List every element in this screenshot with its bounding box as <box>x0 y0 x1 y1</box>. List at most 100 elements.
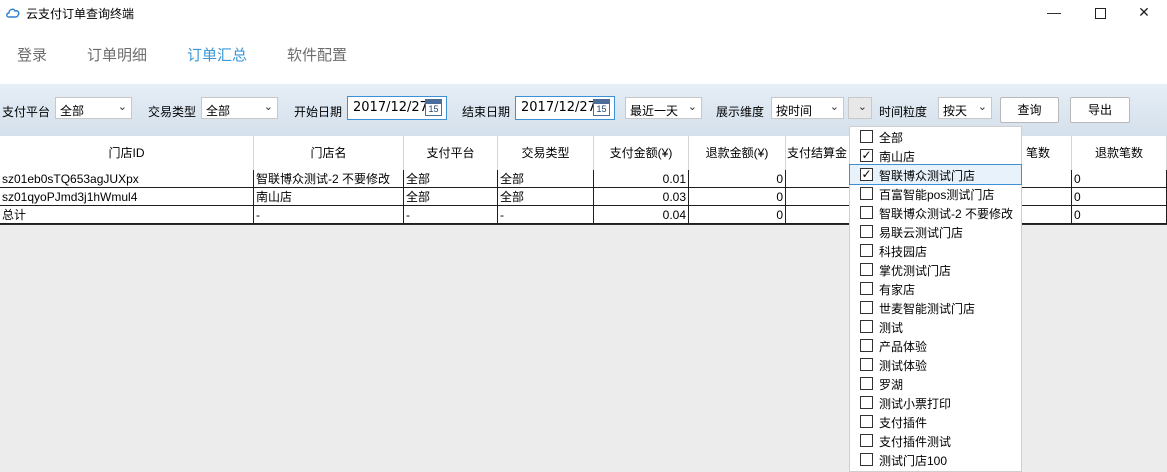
store-option[interactable]: ✓ 智联博众测试门店 <box>849 164 1022 185</box>
store-option[interactable]: 掌优测试门店 <box>850 260 1021 279</box>
store-option-label: 支付插件测试 <box>879 435 952 449</box>
column-header[interactable]: 支付平台 <box>404 136 498 170</box>
calendar-icon[interactable]: 15 <box>425 99 442 116</box>
date-range-select[interactable]: 最近一天 ⌄ <box>625 97 702 119</box>
trade-type-value: 全部 <box>206 104 231 118</box>
menu-bar: 登录 订单明细 订单汇总 软件配置 <box>0 26 1167 84</box>
query-button[interactable]: 查询 <box>1000 97 1059 123</box>
dimension-value: 按时间 <box>776 104 813 118</box>
store-option[interactable]: 易联云测试门店 <box>850 222 1021 241</box>
cell-store-name: 智联博众测试-2 不要修改 <box>254 170 404 188</box>
store-option[interactable]: 世麦智能测试门店 <box>850 298 1021 317</box>
end-date-label: 结束日期 <box>462 105 511 119</box>
store-option-label: 有家店 <box>879 283 916 297</box>
store-option[interactable]: 全部 <box>850 127 1021 146</box>
checkbox[interactable] <box>860 320 873 333</box>
checkbox[interactable] <box>860 396 873 409</box>
store-option[interactable]: 测试 <box>850 317 1021 336</box>
store-option[interactable]: 支付插件测试 <box>850 431 1021 450</box>
store-option-label: 测试体验 <box>879 359 928 373</box>
store-option-label: 测试门店100 <box>879 454 948 468</box>
store-option-label: 世麦智能测试门店 <box>879 302 976 316</box>
cell-store-id: sz01eb0sTQ653agJUXpx <box>0 170 254 188</box>
date-range-value: 最近一天 <box>630 104 679 118</box>
column-header[interactable]: 退款笔数 <box>1072 136 1167 170</box>
trade-type-select[interactable]: 全部 ⌄ <box>201 97 278 119</box>
cell-trade-type: 全部 <box>498 170 594 188</box>
menu-order-summary[interactable]: 订单汇总 <box>187 44 247 65</box>
cell-refund-count: 0 <box>1072 188 1167 206</box>
column-header[interactable]: 门店ID <box>0 136 254 170</box>
checkbox[interactable] <box>860 415 873 428</box>
store-option-label: 产品体验 <box>879 340 928 354</box>
checkbox[interactable] <box>860 339 873 352</box>
checkbox[interactable] <box>860 244 873 257</box>
cell-platform: 全部 <box>404 188 498 206</box>
store-select-toggle[interactable]: ⌄ <box>848 97 872 119</box>
checkbox[interactable] <box>860 434 873 447</box>
granularity-select[interactable]: 按天 ⌄ <box>938 97 992 119</box>
store-option[interactable]: 有家店 <box>850 279 1021 298</box>
close-button[interactable]: ✕ <box>1121 0 1167 26</box>
granularity-value: 按天 <box>943 104 968 118</box>
start-date-picker[interactable]: 2017/12/27 15 <box>347 96 447 120</box>
cell-pay-amount: 0.03 <box>594 188 689 206</box>
checkbox[interactable] <box>860 206 873 219</box>
cloud-icon <box>6 8 20 18</box>
checkbox[interactable] <box>860 282 873 295</box>
store-option[interactable]: 测试小票打印 <box>850 393 1021 412</box>
window-title: 云支付订单查询终端 <box>26 7 135 21</box>
pay-platform-value: 全部 <box>60 104 85 118</box>
dimension-label: 展示维度 <box>716 105 765 119</box>
cell-refund-amount: 0 <box>689 188 786 206</box>
cell-refund-count: 0 <box>1072 206 1167 224</box>
cell-store-name: - <box>254 206 404 224</box>
end-date-picker[interactable]: 2017/12/27 15 <box>515 96 615 120</box>
column-header[interactable]: 交易类型 <box>498 136 594 170</box>
store-option-label: 掌优测试门店 <box>879 264 952 278</box>
checkbox[interactable] <box>860 301 873 314</box>
checkbox[interactable]: ✓ <box>860 168 873 181</box>
cell-trade-type: - <box>498 206 594 224</box>
maximize-icon <box>1094 8 1106 19</box>
column-header[interactable]: 门店名 <box>254 136 404 170</box>
store-option[interactable]: ✓ 南山店 <box>850 146 1021 165</box>
column-header[interactable]: 退款金额(¥) <box>689 136 786 170</box>
pay-platform-select[interactable]: 全部 ⌄ <box>55 97 132 119</box>
store-option-label: 百富智能pos测试门店 <box>879 188 995 202</box>
checkbox[interactable] <box>860 225 873 238</box>
store-option[interactable]: 产品体验 <box>850 336 1021 355</box>
store-option-label: 智联博众测试-2 不要修改 <box>879 207 1014 221</box>
calendar-icon[interactable]: 15 <box>593 99 610 116</box>
checkbox[interactable] <box>860 377 873 390</box>
trade-type-label: 交易类型 <box>148 105 197 119</box>
checkbox[interactable] <box>860 453 873 466</box>
minimize-button[interactable]: — <box>1031 0 1077 26</box>
export-button[interactable]: 导出 <box>1070 97 1130 123</box>
cell-pay-amount: 0.01 <box>594 170 689 188</box>
store-option[interactable]: 百富智能pos测试门店 <box>850 184 1021 203</box>
dimension-select[interactable]: 按时间 ⌄ <box>771 97 844 119</box>
checkbox[interactable] <box>860 358 873 371</box>
store-option-label: 罗湖 <box>879 378 904 392</box>
checkbox[interactable]: ✓ <box>860 149 873 162</box>
store-option[interactable]: 测试体验 <box>850 355 1021 374</box>
store-option[interactable]: 支付插件 <box>850 412 1021 431</box>
store-option[interactable]: 科技园店 <box>850 241 1021 260</box>
menu-login[interactable]: 登录 <box>17 44 47 65</box>
store-option[interactable]: 罗湖 <box>850 374 1021 393</box>
cell-trade-type: 全部 <box>498 188 594 206</box>
store-option[interactable]: 智联博众测试-2 不要修改 <box>850 203 1021 222</box>
store-option-label: 智联博众测试门店 <box>879 169 976 183</box>
cell-refund-count: 0 <box>1072 170 1167 188</box>
store-option[interactable]: 测试门店100 <box>850 450 1021 469</box>
checkbox[interactable] <box>860 130 873 143</box>
maximize-button[interactable] <box>1077 0 1123 26</box>
menu-order-detail[interactable]: 订单明细 <box>87 44 147 65</box>
checkbox[interactable] <box>860 263 873 276</box>
menu-software-config[interactable]: 软件配置 <box>287 44 347 65</box>
checkbox[interactable] <box>860 187 873 200</box>
store-option-label: 科技园店 <box>879 245 928 259</box>
column-header[interactable]: 支付金额(¥) <box>594 136 689 170</box>
cell-store-id: sz01qyoPJmd3j1hWmul4 <box>0 188 254 206</box>
